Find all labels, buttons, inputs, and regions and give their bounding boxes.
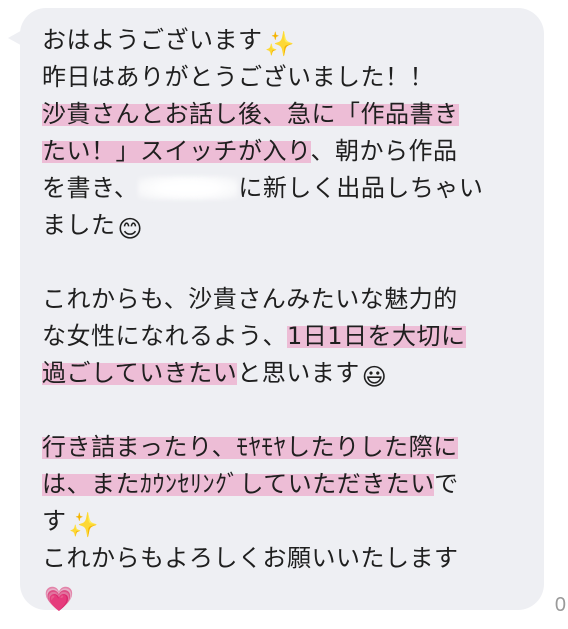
highlighted-text: 沙貴さんとお話し後、急に「作品書き <box>42 100 459 128</box>
message-text-segment: な女性になれるよう、 <box>42 322 287 350</box>
redacted-text <box>138 176 239 200</box>
message-line: は、またｶｳﾝｾﾘﾝｸﾞしていただきたいで <box>42 466 522 503</box>
message-text-segment: に新しく出品しちゃい <box>238 174 484 202</box>
message-line: おはようございます✨ <box>42 22 522 59</box>
message-line: を書き、 に新しく出品しちゃい <box>42 170 522 207</box>
message-text-segment: す <box>42 507 67 535</box>
message-line: たい！」スイッチが入り、朝から作品 <box>42 133 522 170</box>
message-text-segment: これからも、沙貴さんみたいな魅力的 <box>42 285 458 313</box>
highlighted-text: 過ごしていきたい <box>42 359 238 387</box>
message-text-segment: ました <box>42 211 116 239</box>
highlighted-text: は、またｶｳﾝｾﾘﾝｸﾞしていただきたい <box>42 470 435 498</box>
bubble-tail <box>8 28 26 48</box>
message-text: おはようございます✨ 昨日はありがとうございました！！ 沙貴さんとお話し後、急に… <box>42 22 522 614</box>
message-line: 💗 <box>42 577 522 614</box>
highlighted-text: 1日1日を大切に <box>287 322 466 350</box>
message-line: 行き詰まったり、ﾓﾔﾓﾔしたりした際に <box>42 429 522 466</box>
message-line: 昨日はありがとうございました！！ <box>42 59 522 96</box>
message-text-segment: で <box>434 470 459 498</box>
message-text-segment: これからもよろしくお願いいたします <box>42 544 459 572</box>
message-line: これからも、沙貴さんみたいな魅力的 <box>42 281 522 318</box>
sparkles-icon: ✨ <box>264 30 295 58</box>
highlighted-text: たい！」スイッチが入り <box>42 137 311 165</box>
heart-icon: 💗 <box>44 585 75 613</box>
message-line: ました😊 <box>42 207 522 244</box>
message-line: これからもよろしくお願いいたします <box>42 540 522 577</box>
grin-icon: 😃 <box>361 363 388 391</box>
sparkles-icon: ✨ <box>68 511 99 539</box>
message-text-segment: を書き、 <box>42 174 139 202</box>
message-text-segment: おはようございます <box>42 26 263 54</box>
message-text-segment: 、朝から作品 <box>310 137 458 165</box>
message-text-segment: 昨日はありがとうございました！！ <box>42 63 434 91</box>
message-line: 過ごしていきたいと思います😃 <box>42 355 522 392</box>
message-line: す✨ <box>42 503 522 540</box>
message-text-segment: と思います <box>237 359 360 387</box>
smile-icon: 😊 <box>117 215 144 243</box>
read-count: 0 <box>554 594 566 616</box>
message-line: 沙貴さんとお話し後、急に「作品書き <box>42 96 522 133</box>
highlighted-text: 行き詰まったり、ﾓﾔﾓﾔしたりした際に <box>42 433 458 461</box>
message-line: な女性になれるよう、1日1日を大切に <box>42 318 522 355</box>
